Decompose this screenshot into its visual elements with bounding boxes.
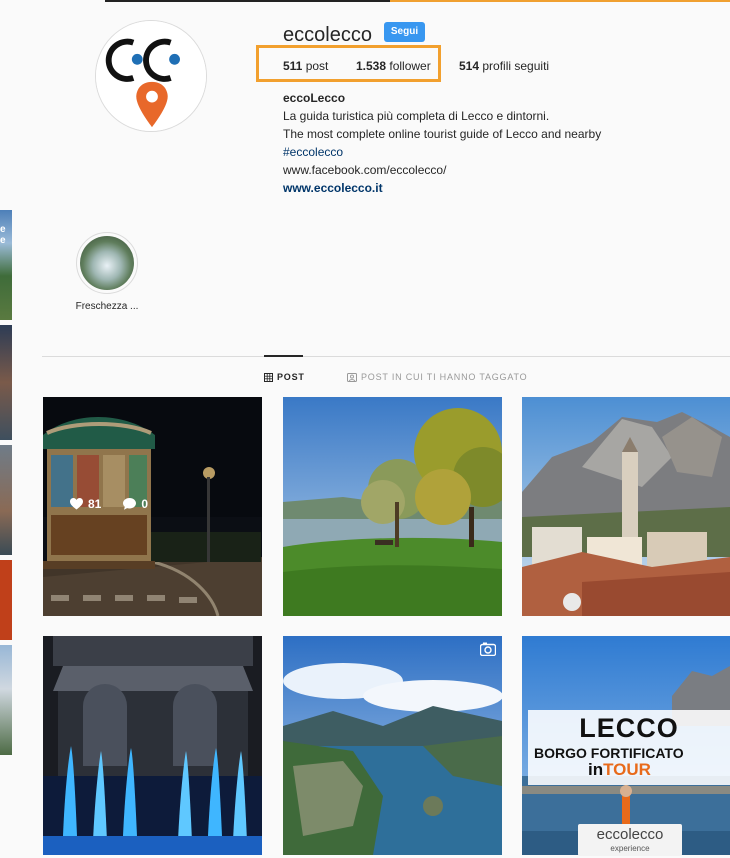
banner-title: LECCO: [579, 713, 679, 743]
left-edge-image: [0, 325, 12, 440]
logo-sub-text: experience: [610, 844, 650, 853]
following-link[interactable]: 514 profili seguiti: [459, 59, 549, 73]
banner-tour-highlight: TOUR: [603, 760, 651, 779]
followers-count: 1.538: [356, 59, 387, 73]
posts-count-stat: 511 post: [283, 59, 328, 73]
video-icon: [480, 642, 496, 656]
story-highlight[interactable]: Freschezza ...: [75, 232, 139, 312]
followers-label: follower: [389, 59, 431, 73]
left-edge-image: [0, 645, 12, 755]
bio-website-link[interactable]: www.eccolecco.it: [283, 179, 601, 197]
heart-icon: [70, 498, 83, 510]
profile-username: eccolecco: [283, 24, 372, 46]
tab-tagged[interactable]: POST IN CUI TI HANNO TAGGATO: [347, 372, 527, 382]
banner-subtitle: BORGO FORTIFICATO: [534, 745, 684, 761]
post-tile[interactable]: [522, 397, 730, 616]
tabs-divider: [42, 356, 730, 357]
left-edge-text: e e: [0, 224, 6, 246]
bio-hashtag-link[interactable]: #eccolecco: [283, 143, 601, 161]
bio-name: eccoLecco: [283, 91, 346, 105]
bio-line: La guida turistica più completa di Lecco…: [283, 109, 550, 123]
bio-line: The most complete online tourist guide o…: [283, 127, 602, 141]
highlight-cover-image: [80, 236, 134, 290]
likes-stat: 81: [70, 497, 101, 511]
left-edge-image: [0, 445, 12, 555]
posts-count: 511: [283, 59, 303, 73]
post-tile[interactable]: [283, 397, 502, 616]
left-edge-image: [0, 560, 12, 640]
comments-count: 0: [141, 497, 149, 511]
profile-bio: eccoLecco La guida turistica più complet…: [283, 89, 601, 197]
tagged-icon: [347, 372, 357, 382]
followers-link[interactable]: 1.538 follower: [356, 59, 431, 73]
post-tile[interactable]: [283, 636, 502, 855]
follow-button[interactable]: Segui: [384, 22, 425, 42]
active-tab-indicator: [264, 355, 303, 357]
following-count: 514: [459, 59, 480, 73]
top-edge-orange: [390, 0, 730, 2]
post-image: [283, 397, 502, 616]
logo-brand-text: eccolecco: [596, 826, 664, 843]
highlight-ring: [76, 232, 138, 294]
bio-facebook-text: www.facebook.com/eccolecco/: [283, 163, 447, 177]
highlight-label: Freschezza ...: [75, 301, 139, 312]
comment-icon: [123, 498, 137, 510]
post-tile[interactable]: [43, 636, 262, 855]
eccolecco-experience-logo: eccolecco experience: [578, 824, 682, 856]
tab-posts-label: POST: [277, 372, 305, 382]
top-edge-dark: [105, 0, 390, 2]
banner-tour: inTOUR: [588, 760, 651, 780]
post-image: [283, 636, 502, 855]
following-label: profili seguiti: [482, 59, 550, 73]
likes-count: 81: [88, 497, 102, 511]
post-hover-stats: 81 0: [70, 497, 148, 511]
grid-icon: [264, 372, 273, 382]
left-edge-image: e e: [0, 210, 12, 320]
eccolecco-logo-icon: [96, 21, 206, 131]
post-image: [43, 636, 262, 855]
profile-avatar[interactable]: [95, 20, 207, 132]
post-image: [522, 397, 730, 616]
tab-posts[interactable]: POST: [264, 372, 305, 382]
tab-tagged-label: POST IN CUI TI HANNO TAGGATO: [361, 372, 528, 382]
posts-label: post: [305, 59, 329, 73]
comments-stat: 0: [123, 497, 148, 511]
banner-tour-prefix: in: [588, 760, 604, 779]
